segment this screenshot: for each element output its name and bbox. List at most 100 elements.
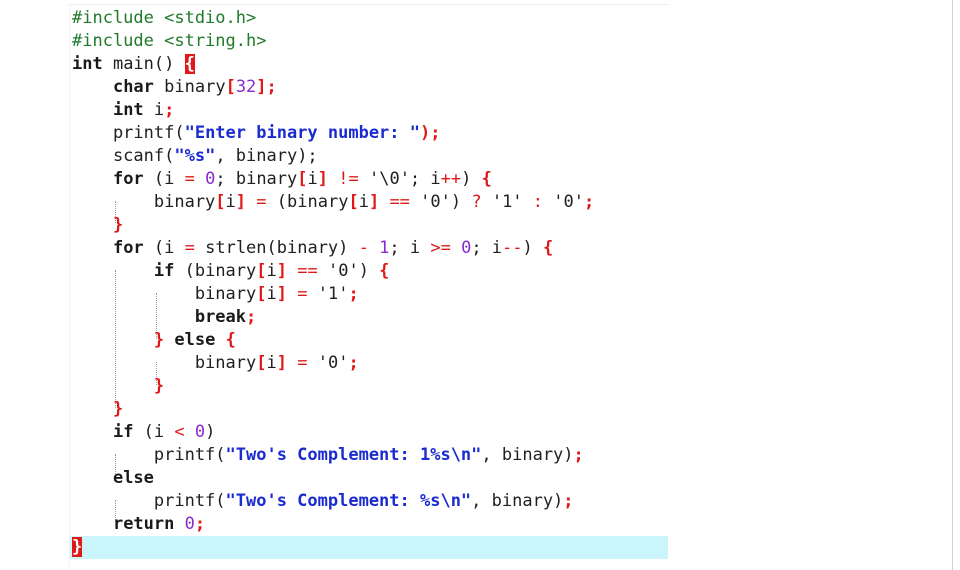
code-line[interactable]: binary[i] = '1'; xyxy=(70,283,359,306)
code-line[interactable]: char binary[32]; xyxy=(70,76,277,99)
code-token: ; xyxy=(348,353,359,373)
code-line[interactable]: } xyxy=(70,398,123,421)
code-line[interactable]: if (i < 0) xyxy=(70,421,215,444)
code-token: '0' xyxy=(543,192,584,212)
code-token: for xyxy=(112,238,144,258)
code-token: "Two's Complement: %s\n" xyxy=(225,491,472,511)
code-token: = xyxy=(184,238,195,258)
code-token: if xyxy=(153,261,175,281)
code-token: '0') xyxy=(409,192,472,212)
code-line[interactable]: int main() { xyxy=(70,53,195,76)
code-token: 0 xyxy=(194,422,206,442)
code-line[interactable]: #include <stdio.h> xyxy=(70,7,256,30)
code-token: printf( xyxy=(72,123,185,143)
code-line[interactable]: scanf("%s", binary); xyxy=(70,145,318,168)
code-token: binary xyxy=(153,77,226,97)
code-token: (i xyxy=(143,169,185,189)
code-token: "%s" xyxy=(174,146,216,166)
code-editor[interactable]: #include <stdio.h> #include <string.h> int… xyxy=(69,4,668,567)
code-line[interactable]: printf("Enter binary number: "); xyxy=(70,122,441,145)
code-token: : xyxy=(532,192,544,212)
code-token: ] xyxy=(235,192,247,212)
code-token: ; xyxy=(348,284,359,304)
code-token: binary xyxy=(72,353,257,373)
code-token: int xyxy=(72,54,103,74)
code-token: ] xyxy=(317,169,329,189)
code-token: { xyxy=(379,261,390,281)
code-token: binary xyxy=(72,284,257,304)
code-token: else xyxy=(174,330,216,350)
code-token: ; binary xyxy=(215,169,298,189)
code-token: ) xyxy=(522,238,544,258)
code-token: == xyxy=(389,192,410,212)
code-line[interactable]: for (i = 0; binary[i] != '\0'; i++) { xyxy=(70,168,492,191)
code-line[interactable]: } else { xyxy=(70,329,236,352)
code-token: binary xyxy=(72,192,216,212)
code-token: '1' xyxy=(307,284,349,304)
code-token: ) xyxy=(461,169,482,189)
code-token: , binary) xyxy=(481,445,574,465)
code-line[interactable]: } xyxy=(70,375,164,398)
code-line[interactable]: printf("Two's Complement: %s\n", binary)… xyxy=(70,490,574,513)
code-token: } xyxy=(153,330,165,350)
code-token: [ xyxy=(297,169,308,189)
code-token: main() xyxy=(102,54,185,74)
code-token: break xyxy=(194,307,247,327)
code-token: '0') xyxy=(317,261,380,281)
code-token: 0 xyxy=(461,238,472,258)
code-line[interactable]: printf("Two's Complement: 1%s\n", binary… xyxy=(70,444,584,467)
code-line[interactable]: } xyxy=(70,536,668,559)
code-token: ; xyxy=(164,100,175,120)
code-line[interactable]: binary[i] = (binary[i] == '0') ? '1' : '… xyxy=(70,191,594,214)
code-line[interactable]: #include <string.h> xyxy=(70,30,266,53)
code-token: , binary); xyxy=(215,146,318,166)
code-token: ); xyxy=(420,123,441,143)
code-token: ]; xyxy=(256,77,277,97)
code-line[interactable]: else xyxy=(70,467,154,490)
code-token: i xyxy=(307,169,318,189)
code-token: } xyxy=(153,376,165,396)
code-token: char xyxy=(112,77,154,97)
code-token: } xyxy=(112,215,124,235)
code-line[interactable]: int i; xyxy=(70,99,174,122)
code-token: i xyxy=(266,261,277,281)
code-token: ++ xyxy=(440,169,462,189)
code-token: scanf( xyxy=(72,146,175,166)
code-token: (i xyxy=(133,422,175,442)
code-line[interactable]: binary[i] = '0'; xyxy=(70,352,359,375)
code-token: if xyxy=(112,422,134,442)
code-token: , binary) xyxy=(471,491,564,511)
code-token: ] xyxy=(276,284,287,304)
code-token: - xyxy=(358,238,369,258)
code-token: 1 xyxy=(379,238,390,258)
code-token: ; xyxy=(583,192,595,212)
code-line[interactable]: return 0; xyxy=(70,513,205,536)
page-edge-divider xyxy=(952,0,953,570)
code-token: ; i xyxy=(389,238,431,258)
code-token: printf( xyxy=(72,445,226,465)
code-token: ? xyxy=(471,192,482,212)
code-token: i xyxy=(266,353,277,373)
code-token: -- xyxy=(502,238,523,258)
code-line[interactable]: break; xyxy=(70,306,256,329)
code-line[interactable]: if (binary[i] == '0') { xyxy=(70,260,390,283)
code-token: ] xyxy=(368,192,380,212)
code-token: '1' xyxy=(481,192,533,212)
code-line[interactable]: for (i = strlen(binary) - 1; i >= 0; i--… xyxy=(70,237,553,260)
code-line[interactable]: } xyxy=(70,214,123,237)
code-token: "Two's Complement: 1%s\n" xyxy=(225,445,482,465)
code-token: { xyxy=(543,238,554,258)
code-token: [ xyxy=(225,77,236,97)
code-token: } xyxy=(112,399,124,419)
